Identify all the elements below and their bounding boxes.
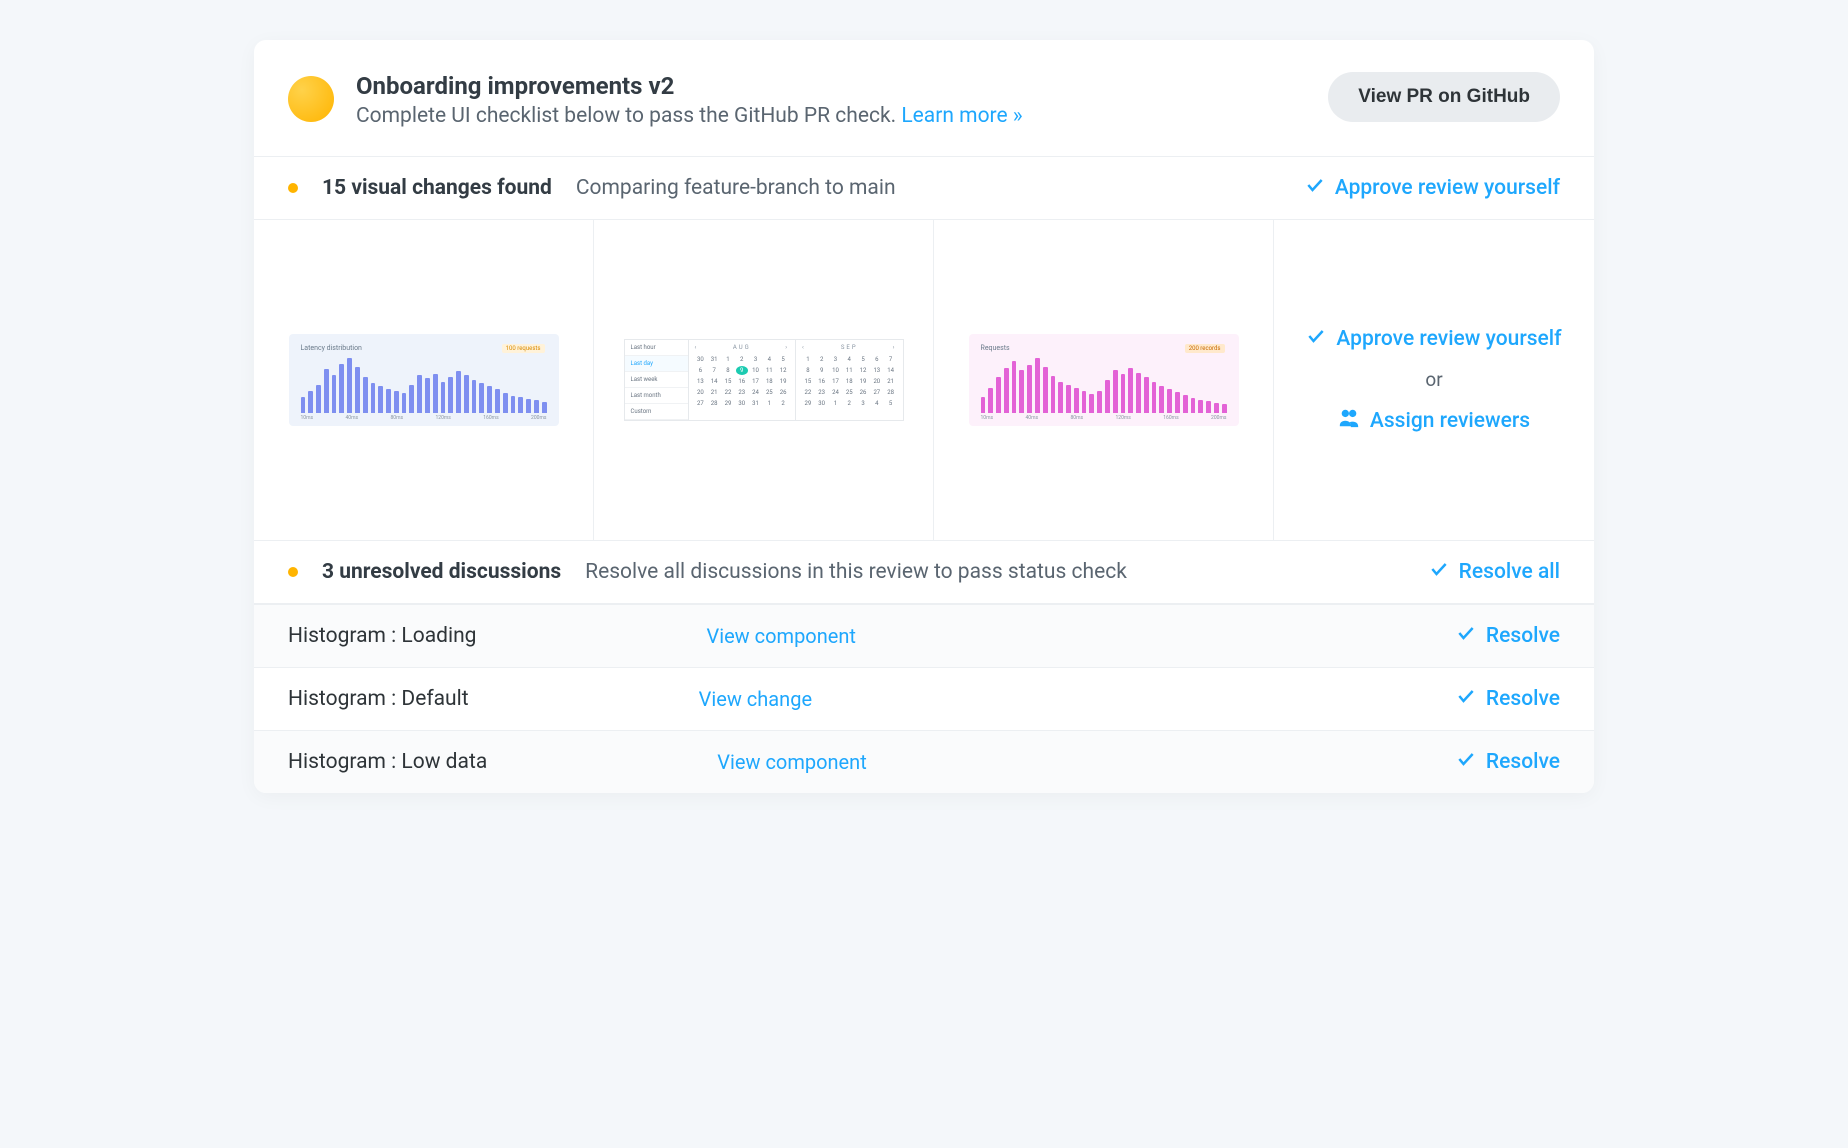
discussion-view-link[interactable]: View change: [699, 687, 812, 711]
or-separator: or: [1425, 368, 1442, 391]
snapshot-thumb-1[interactable]: Latency distribution 100 requests 10ms40…: [254, 220, 594, 540]
discussion-name: Histogram : Low data: [288, 750, 487, 774]
discussions-list: Histogram : Loading View component Resolve…: [254, 604, 1594, 793]
approve-self-link[interactable]: Approve review yourself: [1306, 326, 1561, 352]
discussion-name: Histogram : Loading: [288, 624, 476, 648]
discussion-row: Histogram : Low data View component Resolv…: [254, 730, 1594, 793]
check-icon: [1456, 623, 1476, 649]
changes-comparing: Comparing feature-branch to main: [576, 176, 896, 200]
check-icon: [1429, 559, 1449, 585]
discussion-name: Histogram : Default: [288, 687, 469, 711]
discussion-row: Histogram : Default View change Resolve: [254, 667, 1594, 730]
check-icon: [1305, 175, 1325, 201]
pr-title: Onboarding improvements v2: [356, 72, 1023, 100]
check-icon: [1456, 749, 1476, 775]
snapshot-thumb-3[interactable]: Requests 200 records 10ms40ms80ms120ms16…: [934, 220, 1274, 540]
check-icon: [1456, 686, 1476, 712]
discussions-subtitle: Resolve all discussions in this review t…: [585, 560, 1127, 584]
pr-subtitle: Complete UI checklist below to pass the …: [356, 104, 1023, 128]
changes-count: 15 visual changes found: [322, 176, 552, 200]
snapshot-thumbnails: Latency distribution 100 requests 10ms40…: [254, 220, 1594, 541]
check-icon: [1306, 326, 1326, 352]
pending-dot-icon: [288, 183, 298, 193]
review-card: Onboarding improvements v2 Complete UI c…: [254, 40, 1594, 793]
resolve-link[interactable]: Resolve: [1456, 749, 1560, 775]
users-icon: [1338, 407, 1360, 435]
snapshot-thumb-2[interactable]: Last hourLast dayLast weekLast monthCust…: [594, 220, 934, 540]
view-pr-button[interactable]: View PR on GitHub: [1328, 72, 1560, 122]
assign-reviewers-link[interactable]: Assign reviewers: [1338, 407, 1530, 435]
discussion-row: Histogram : Loading View component Resolve: [254, 604, 1594, 667]
resolve-link[interactable]: Resolve: [1456, 623, 1560, 649]
status-dot-pending: [288, 76, 334, 122]
discussion-view-link[interactable]: View component: [717, 750, 866, 774]
learn-more-link[interactable]: Learn more »: [901, 104, 1022, 128]
visual-changes-bar: 15 visual changes found Comparing featur…: [254, 157, 1594, 220]
discussions-bar: 3 unresolved discussions Resolve all dis…: [254, 541, 1594, 604]
discussion-view-link[interactable]: View component: [706, 624, 855, 648]
resolve-link[interactable]: Resolve: [1456, 686, 1560, 712]
snapshot-actions: Approve review yourself or Assign review…: [1274, 220, 1594, 540]
resolve-all-link[interactable]: Resolve all: [1429, 559, 1560, 585]
approve-self-link-top[interactable]: Approve review yourself: [1305, 175, 1560, 201]
discussions-count: 3 unresolved discussions: [322, 560, 561, 584]
pr-header: Onboarding improvements v2 Complete UI c…: [254, 40, 1594, 157]
pending-dot-icon: [288, 567, 298, 577]
